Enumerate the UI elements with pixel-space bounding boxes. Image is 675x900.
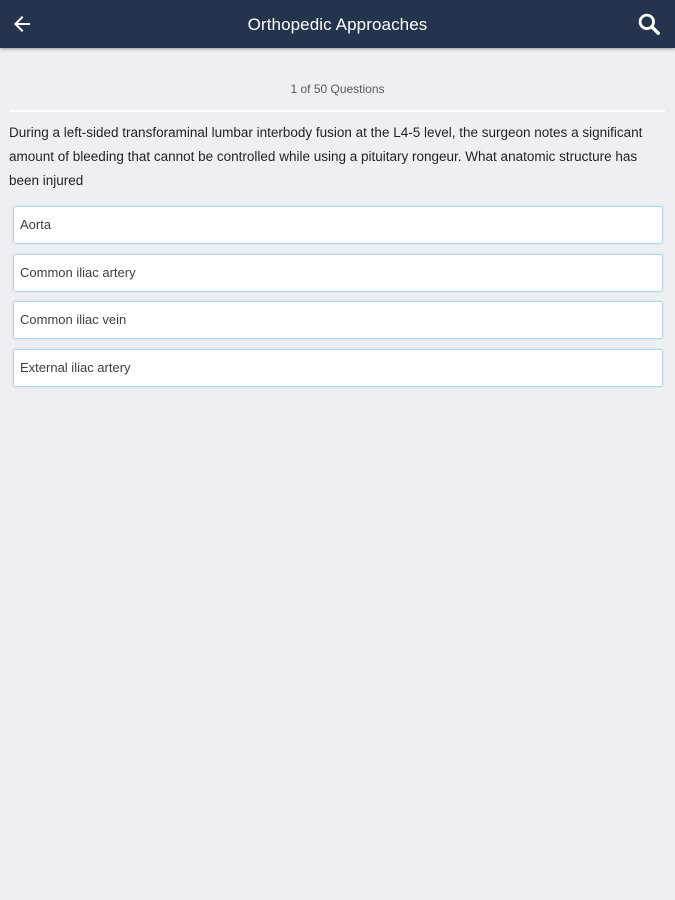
answer-option-aorta[interactable]: Aorta — [13, 206, 663, 244]
answer-option-external-iliac-artery[interactable]: External iliac artery — [13, 348, 663, 387]
search-button[interactable] — [631, 6, 667, 42]
answer-option-common-iliac-vein[interactable]: Common iliac vein — [13, 301, 663, 339]
app-bar: Orthopedic Approaches — [0, 0, 675, 48]
question-text: During a left-sided transforaminal lumba… — [9, 125, 643, 188]
search-icon — [638, 13, 660, 35]
answer-option-common-iliac-artery[interactable]: Common iliac artery — [13, 253, 663, 292]
answer-options: Aorta Common iliac artery Common iliac v… — [13, 206, 663, 396]
divider — [10, 110, 665, 112]
app-title: Orthopedic Approaches — [247, 15, 428, 34]
question-progress: 1 of 50 Questions — [290, 82, 385, 96]
